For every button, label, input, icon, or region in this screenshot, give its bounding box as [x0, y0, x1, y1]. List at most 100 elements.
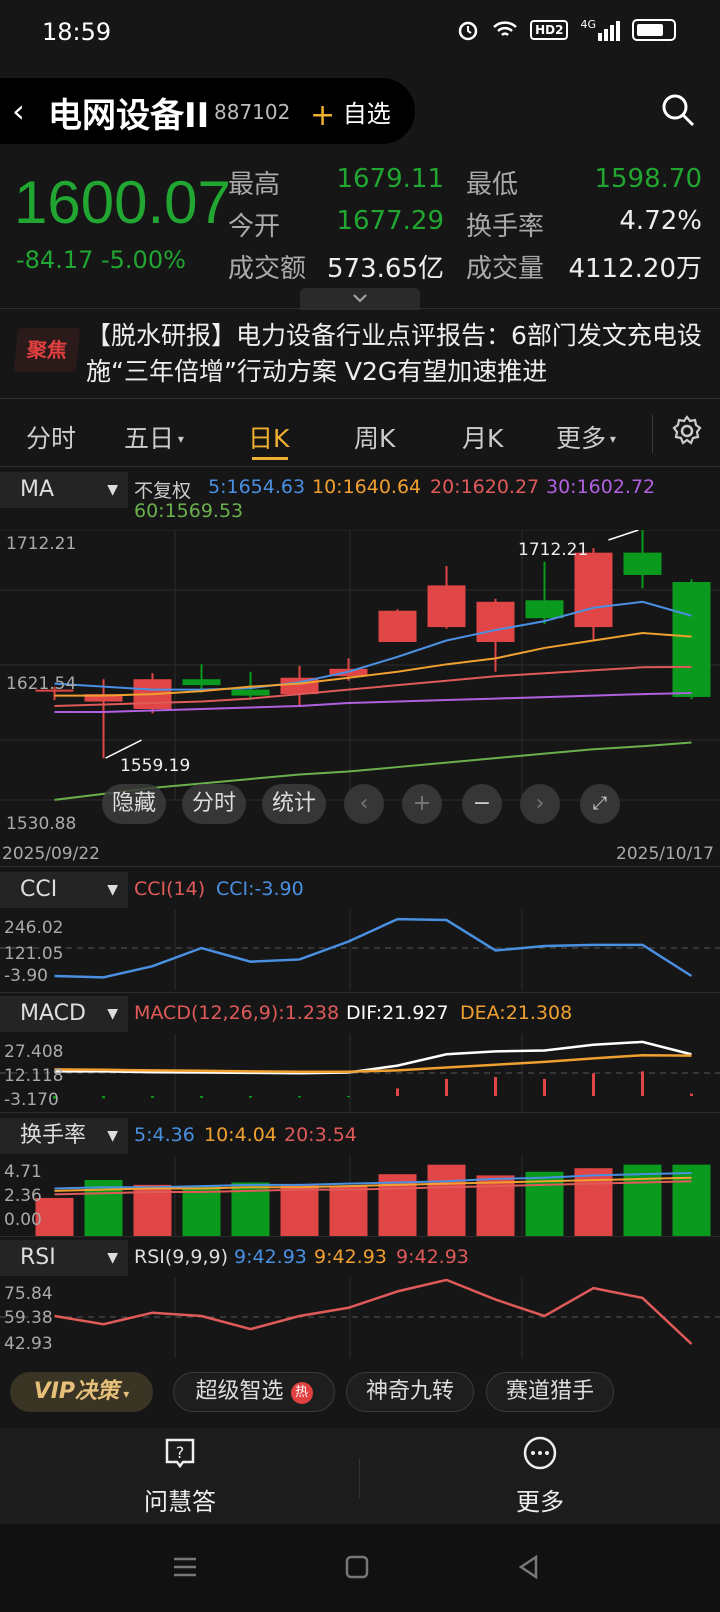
magic-nine-button[interactable]: 神奇九转: [346, 1372, 474, 1412]
candle-body: [574, 552, 613, 628]
divider: [0, 466, 720, 467]
intraday-button[interactable]: 分时: [182, 784, 246, 824]
date-start: 2025/09/22: [2, 844, 100, 864]
home-icon[interactable]: [342, 1552, 372, 1582]
volume-label: 成交量: [466, 254, 545, 284]
wifi-icon: [493, 21, 517, 36]
scroll-right-icon[interactable]: ›: [520, 784, 560, 824]
turnover-ma5-label: 5:4.36: [134, 1124, 195, 1146]
rsi-chart[interactable]: [0, 1278, 720, 1358]
more-nav-item[interactable]: 更多: [440, 1436, 640, 1517]
ma-selector[interactable]: MA ▼: [0, 472, 128, 508]
period-tabs: 分时 五日 ▾ 日K 周K 月K 更多 ▾: [0, 405, 720, 465]
divider: [652, 415, 653, 453]
turnover-selector-label: 换手率: [20, 1123, 87, 1148]
sector-hunter-button[interactable]: 赛道猎手: [486, 1372, 614, 1412]
cci-selector[interactable]: CCI ▼: [0, 872, 128, 908]
turnover-ma20-label: 20:3.54: [284, 1124, 357, 1146]
status-time: 18:59: [42, 18, 112, 46]
turnover-tick-top: 4.71: [4, 1162, 42, 1182]
macd-label: MACD(12,26,9):1.238: [134, 1002, 340, 1024]
battery-icon: [632, 19, 676, 41]
high-value: 1679.11: [336, 164, 444, 194]
macd-tick-mid: 12.118: [4, 1066, 64, 1086]
kline-y-top: 1712.21: [6, 534, 77, 554]
scroll-left-icon[interactable]: ‹: [344, 784, 384, 824]
cci-tick-bot: -3.90: [4, 966, 48, 986]
ma20-label: 20:1620.27: [430, 476, 540, 498]
vip-decision-button[interactable]: VIP决策 ▾: [10, 1372, 153, 1412]
stock-header: ‹ 电网设备II 887102 + 自选: [0, 78, 415, 144]
turnover-chart[interactable]: [0, 1156, 720, 1236]
more-nav-label: 更多: [516, 1488, 564, 1516]
system-nav-bar: [0, 1524, 720, 1612]
candle-body: [427, 585, 466, 628]
vip-label: VIP决策: [33, 1379, 120, 1404]
signal-icon: 4G: [580, 18, 620, 41]
ma10-label: 10:1640.64: [312, 476, 422, 498]
plus-icon: +: [310, 98, 336, 133]
turnover-tick-bot: 0.00: [4, 1210, 42, 1230]
turnover-selector[interactable]: 换手率 ▼: [0, 1118, 128, 1154]
divider: [0, 992, 720, 993]
macd-selector-label: MACD: [20, 1001, 86, 1026]
search-icon[interactable]: [660, 92, 696, 128]
bottom-nav: ? 问慧答 更多: [0, 1428, 720, 1524]
rsi-tick-bot: 42.93: [4, 1334, 53, 1354]
high-label: 最高: [228, 170, 281, 200]
turnover-bar: [280, 1184, 319, 1236]
divider: [0, 1112, 720, 1113]
low-value: 1598.70: [594, 164, 702, 194]
tab-monthly-k[interactable]: 月K: [462, 419, 503, 455]
expand-quote-button[interactable]: [300, 288, 420, 310]
settings-gear-icon[interactable]: [670, 414, 704, 448]
fullscreen-icon[interactable]: ⤢: [580, 784, 620, 824]
tab-weekly-k[interactable]: 周K: [354, 419, 395, 455]
tab-five-day[interactable]: 五日 ▾: [124, 419, 184, 455]
price-change: -84.17 -5.00%: [16, 246, 186, 274]
back-button[interactable]: ‹: [12, 92, 25, 130]
chevron-down-icon: [353, 294, 367, 303]
macd-selector[interactable]: MACD ▼: [0, 996, 128, 1032]
candle-body: [378, 610, 417, 642]
turnover-ma10-label: 10:4.04: [204, 1124, 277, 1146]
back-nav-icon[interactable]: [514, 1552, 544, 1582]
super-pick-button[interactable]: 超级智选 热: [173, 1372, 335, 1412]
divider: [0, 308, 720, 309]
hot-badge: 热: [290, 1382, 313, 1404]
cci-chart[interactable]: [0, 910, 720, 990]
ma60-label: 60:1569.53: [134, 500, 244, 522]
last-price: 1600.07: [14, 169, 231, 236]
candle-body: [182, 679, 221, 686]
add-watchlist-label: 自选: [342, 100, 391, 128]
svg-text:?: ?: [176, 1443, 185, 1462]
ma30-label: 30:1602.72: [546, 476, 656, 498]
rsi-value-2: 9:42.93: [314, 1246, 387, 1268]
ask-nav-item[interactable]: ? 问慧答: [80, 1436, 280, 1517]
question-icon: ?: [165, 1438, 195, 1469]
cci-label-2: CCI:-3.90: [216, 878, 304, 900]
date-end: 2025/10/17: [616, 844, 714, 864]
ask-nav-label: 问慧答: [144, 1488, 216, 1516]
turnover-bar: [182, 1186, 221, 1236]
macd-chart[interactable]: [0, 1034, 720, 1112]
rsi-label: RSI(9,9,9): [134, 1246, 229, 1268]
menu-icon[interactable]: [170, 1552, 200, 1582]
tab-daily-k[interactable]: 日K: [248, 419, 289, 455]
rsi-selector[interactable]: RSI ▼: [0, 1240, 128, 1276]
cci-tick-top: 246.02: [4, 918, 64, 938]
zoom-in-icon[interactable]: +: [402, 784, 442, 824]
stats-button[interactable]: 统计: [262, 784, 326, 824]
hide-button[interactable]: 隐藏: [102, 784, 166, 824]
cci-header: CCI ▼ CCI(14) CCI:-3.90: [0, 872, 720, 908]
kline-y-bot: 1530.88: [6, 814, 77, 834]
tab-intraday[interactable]: 分时: [26, 419, 76, 455]
ma-header: MA ▼ 不复权 5:1654.63 10:1640.64 20:1620.27 …: [0, 472, 720, 522]
tab-more[interactable]: 更多 ▾: [556, 419, 616, 455]
amount-value: 573.65亿: [327, 254, 444, 284]
stock-name: 电网设备II: [48, 96, 210, 136]
zoom-out-icon[interactable]: −: [462, 784, 502, 824]
news-text: 【脱水研报】电力设备行业点评报告：6部门发文充电设施“三年倍增”行动方案 V2G…: [86, 321, 702, 386]
macd-tick-top: 27.408: [4, 1042, 64, 1062]
add-watchlist-button[interactable]: + 自选: [310, 94, 391, 133]
